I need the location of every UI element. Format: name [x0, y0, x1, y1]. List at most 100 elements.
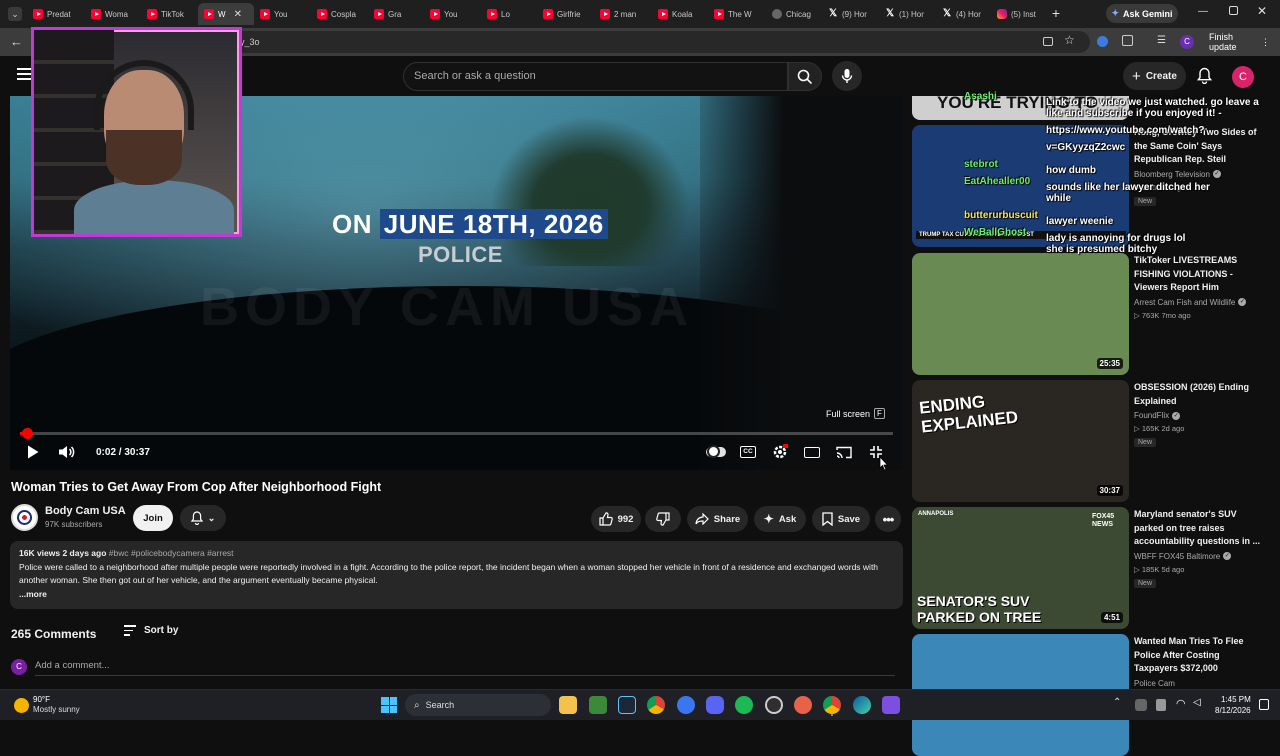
browser-tab[interactable]: Predat	[27, 3, 83, 25]
app-grid-icon[interactable]	[882, 696, 900, 714]
recommended-video-title[interactable]: TikToker LIVESTREAMS FISHING VIOLATIONS …	[1134, 254, 1264, 295]
browser-tab[interactable]: 𝕏 (9) Hor	[822, 3, 878, 25]
dislike-button[interactable]	[645, 506, 681, 532]
browser-tab[interactable]: 𝕏 (4) Hor	[936, 3, 990, 25]
menu-hamburger-icon[interactable]	[17, 68, 31, 80]
autoplay-toggle[interactable]	[705, 441, 727, 463]
extension-icon[interactable]	[1097, 36, 1108, 47]
recommended-video[interactable]: ENDING EXPLAINED 30:37 OBSESSION (2026) En…	[912, 380, 1272, 502]
recommended-video-title[interactable]: Wanted Man Tries To Flee Police After Co…	[1134, 635, 1264, 676]
subscription-bell-button[interactable]: ⌄	[180, 505, 226, 531]
video-thumbnail[interactable]: ENDING EXPLAINED 30:37	[912, 380, 1129, 502]
extensions-puzzle-icon[interactable]	[1122, 35, 1133, 46]
obs-icon[interactable]	[765, 696, 783, 714]
app-star-icon[interactable]	[794, 696, 812, 714]
channel-avatar[interactable]	[11, 504, 38, 531]
browser-tab[interactable]: Woma	[85, 3, 140, 25]
add-comment-input[interactable]: Add a comment...	[35, 660, 895, 676]
save-button[interactable]: Save	[812, 506, 870, 532]
recommended-video[interactable]: 25:35 TikToker LIVESTREAMS FISHING VIOLAT…	[912, 253, 1272, 375]
reading-list-icon[interactable]: ☰	[1157, 35, 1166, 46]
recommended-video-title[interactable]: OBSESSION (2026) Ending Explained	[1134, 381, 1264, 408]
finish-update-button[interactable]: Finish update ⋮	[1200, 32, 1270, 52]
more-actions-button[interactable]: •••	[875, 506, 901, 532]
browser-tab[interactable]: The W	[708, 3, 765, 25]
browser-tab[interactable]: Girlfrie	[537, 3, 593, 25]
discord-icon[interactable]	[706, 696, 724, 714]
file-explorer-icon[interactable]	[559, 696, 577, 714]
steam-icon[interactable]	[618, 696, 636, 714]
account-avatar[interactable]: C	[1232, 66, 1254, 88]
profile-avatar[interactable]: C	[1180, 35, 1194, 49]
video-thumbnail[interactable]: 25:35	[912, 253, 1129, 375]
ask-button[interactable]: ✦ Ask	[754, 506, 806, 532]
minimize-button[interactable]: —	[1198, 6, 1208, 17]
share-button[interactable]: Share	[687, 506, 748, 532]
progress-scrubber-handle[interactable]	[21, 428, 33, 439]
browser-tab[interactable]: Chicag	[766, 3, 821, 25]
maximize-button[interactable]	[1229, 6, 1238, 15]
recommended-video-title[interactable]: Maryland senator's SUV parked on tree ra…	[1134, 508, 1264, 549]
video-thumbnail[interactable]: SENATOR'S SUV PARKED ON TREE ANNAPOLIS FOX…	[912, 507, 1129, 629]
show-hidden-icons[interactable]: ⌃	[1113, 697, 1121, 708]
weather-condition[interactable]: Mostly sunny	[33, 705, 80, 714]
recommended-channel[interactable]: WBFF FOX45 Baltimore ✓	[1134, 552, 1232, 561]
volume-tray-icon[interactable]: ◁	[1193, 697, 1201, 708]
recommended-channel[interactable]: Arrest Cam Fish and Wildlife ✓	[1134, 298, 1247, 307]
recommended-video[interactable]: SENATOR'S SUV PARKED ON TREE ANNAPOLIS FOX…	[912, 507, 1272, 629]
xbox-app-icon[interactable]	[589, 696, 607, 714]
browser-tab[interactable]: Koala	[652, 3, 707, 25]
browser-tab[interactable]: Cospla	[311, 3, 367, 25]
close-tab-icon[interactable]: ✕	[234, 9, 242, 20]
channel-name[interactable]: Body Cam USA	[45, 505, 126, 517]
search-input[interactable]: Search or ask a question	[403, 62, 788, 91]
taskbar-search[interactable]: ⌕ Search	[405, 694, 551, 716]
chrome-active-icon[interactable]	[823, 696, 841, 714]
browser-tab[interactable]: (5) Inst	[991, 3, 1049, 25]
hashtags[interactable]: #bwc #policebodycamera #arrest	[109, 548, 234, 558]
edge-icon[interactable]	[853, 696, 871, 714]
play-button[interactable]	[24, 441, 42, 463]
video-description[interactable]: 16K views 2 days ago #bwc #policebodycam…	[10, 541, 903, 609]
like-button[interactable]: 992	[591, 506, 641, 532]
browser-tab[interactable]: 2 man	[594, 3, 651, 25]
signal-app-icon[interactable]	[677, 696, 695, 714]
browser-tab[interactable]: You	[424, 3, 480, 25]
sort-comments-button[interactable]: Sort by	[124, 625, 178, 636]
ask-gemini-button[interactable]: ✦ Ask Gemini	[1106, 4, 1178, 23]
start-windows-icon[interactable]	[381, 697, 397, 713]
join-button[interactable]: Join	[133, 505, 173, 531]
notifications-bell-icon[interactable]	[1196, 67, 1213, 89]
show-more-link[interactable]: ...more	[19, 588, 894, 602]
browser-tab[interactable]: 𝕏 (1) Hor	[879, 3, 935, 25]
browser-tab[interactable]: TikTok	[141, 3, 197, 25]
search-button[interactable]	[788, 62, 822, 91]
bookmark-star-icon[interactable]: ☆	[1064, 33, 1075, 47]
weather-temperature[interactable]: 90°F	[33, 695, 50, 704]
browser-tab[interactable]: W ✕	[198, 3, 254, 25]
tab-search-icon[interactable]: ⌄	[8, 7, 22, 21]
create-button[interactable]: + Create	[1123, 62, 1186, 90]
chrome-icon[interactable]	[647, 696, 665, 714]
settings-button[interactable]	[771, 441, 789, 463]
spotify-like-icon[interactable]	[735, 696, 753, 714]
browser-tab[interactable]: Gra	[368, 3, 423, 25]
notification-center-icon[interactable]	[1259, 699, 1269, 710]
new-tab-button[interactable]: +	[1049, 5, 1063, 21]
video-progress-bar[interactable]	[20, 428, 893, 439]
browser-tab[interactable]: Lo	[481, 3, 536, 25]
install-app-icon[interactable]	[1043, 37, 1053, 46]
voice-search-button[interactable]	[832, 61, 862, 91]
back-button[interactable]: ←	[10, 34, 23, 49]
clock-date[interactable]: 8/12/2026	[1215, 706, 1251, 715]
captions-button[interactable]: CC	[739, 441, 757, 463]
tray-app-icon[interactable]	[1135, 699, 1147, 711]
tray-usb-icon[interactable]	[1156, 699, 1166, 711]
volume-button[interactable]	[57, 441, 77, 463]
close-window-button[interactable]: ✕	[1257, 4, 1267, 18]
browser-tab[interactable]: You	[254, 3, 310, 25]
wifi-icon[interactable]: ◠	[1176, 697, 1186, 710]
clock-time[interactable]: 1:45 PM	[1221, 695, 1251, 704]
theater-mode-button[interactable]	[803, 441, 821, 463]
recommended-channel[interactable]: FoundFlix ✓	[1134, 411, 1181, 420]
